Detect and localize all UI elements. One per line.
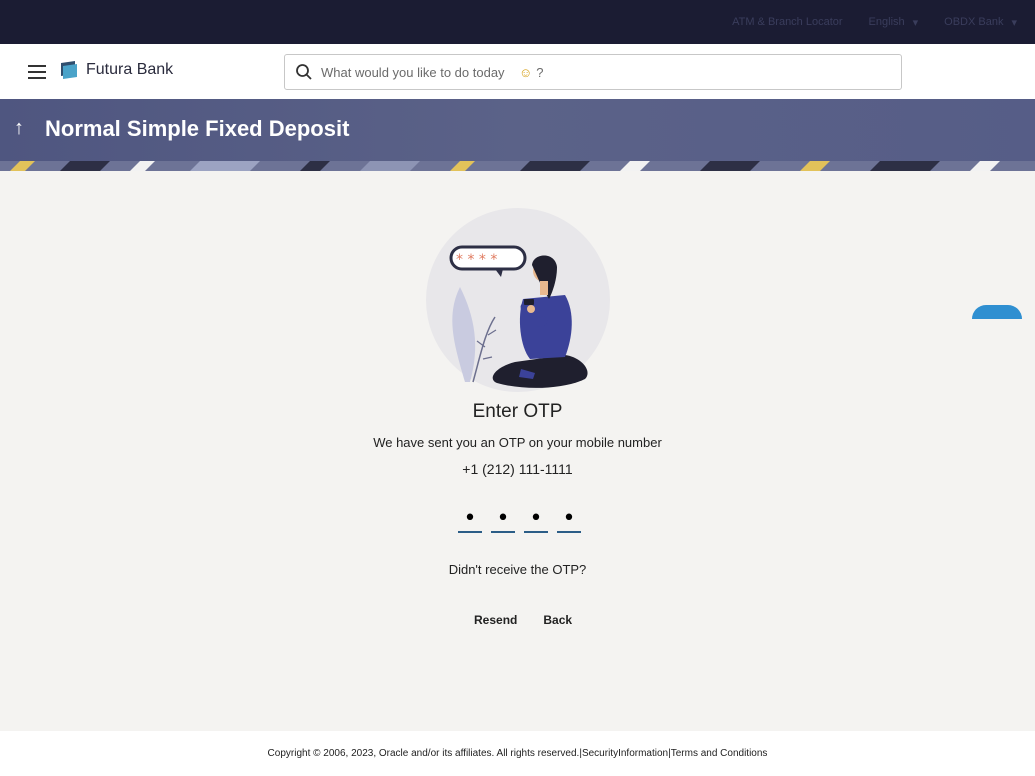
page-title: Normal Simple Fixed Deposit [45, 116, 350, 141]
search-box[interactable]: ☺ ? [284, 54, 902, 90]
banner-pattern [0, 161, 1035, 171]
app-header: Futura Bank ☺ ? [0, 44, 1035, 99]
resend-button[interactable]: Resend [474, 613, 517, 627]
otp-digit-2[interactable] [491, 505, 515, 533]
back-button[interactable]: Back [543, 613, 572, 627]
security-information-link[interactable]: SecurityInformation [582, 748, 668, 759]
atm-branch-locator-link[interactable]: ATM & Branch Locator [732, 16, 842, 28]
phone-number: +1 (212) 111-1111 [462, 461, 573, 477]
otp-not-received-text: Didn't receive the OTP? [448, 562, 587, 577]
otp-subtitle: We have sent you an OTP on your mobile n… [373, 435, 662, 450]
search-suffix: ? [536, 64, 544, 80]
svg-text:* * * *: * * * * [456, 252, 497, 268]
otp-input-group [458, 505, 581, 533]
arrow-up-icon[interactable]: ↑ [14, 117, 24, 140]
otp-digit-3[interactable] [524, 505, 548, 533]
futura-logo-icon [61, 61, 77, 79]
top-links: ATM & Branch Locator English ▾ OBDX Bank ▾ [732, 0, 1017, 44]
smiley-icon: ☺ [519, 64, 533, 80]
otp-actions: Resend Back [474, 613, 572, 627]
hamburger-menu-icon[interactable] [28, 65, 46, 79]
language-label: English [868, 16, 905, 28]
search-input[interactable] [321, 64, 511, 80]
user-label: OBDX Bank [944, 16, 1004, 28]
terms-and-conditions-link[interactable]: Terms and Conditions [671, 748, 768, 759]
otp-illustration: * * * * [426, 208, 610, 392]
copyright-text: Copyright © 2006, 2023, Oracle and/or it… [267, 748, 580, 759]
brand-name: Futura Bank [86, 61, 174, 78]
top-bar: ATM & Branch Locator English ▾ OBDX Bank ▾ [0, 0, 1035, 44]
chevron-down-icon: ▾ [1011, 16, 1017, 29]
user-menu[interactable]: OBDX Bank ▾ [944, 16, 1017, 29]
otp-digit-1[interactable] [458, 505, 482, 533]
chevron-down-icon: ▾ [912, 16, 919, 29]
chat-assistant-button[interactable] [972, 305, 1022, 319]
language-selector[interactable]: English ▾ [869, 16, 919, 29]
page-banner: ↑ Normal Simple Fixed Deposit [0, 99, 1035, 171]
search-icon [296, 64, 312, 80]
brand-logo[interactable]: Futura Bank [60, 60, 173, 80]
otp-digit-4[interactable] [557, 505, 581, 533]
otp-title: Enter OTP [472, 401, 563, 422]
page-footer: Copyright © 2006, 2023, Oracle and/or it… [0, 731, 1035, 776]
